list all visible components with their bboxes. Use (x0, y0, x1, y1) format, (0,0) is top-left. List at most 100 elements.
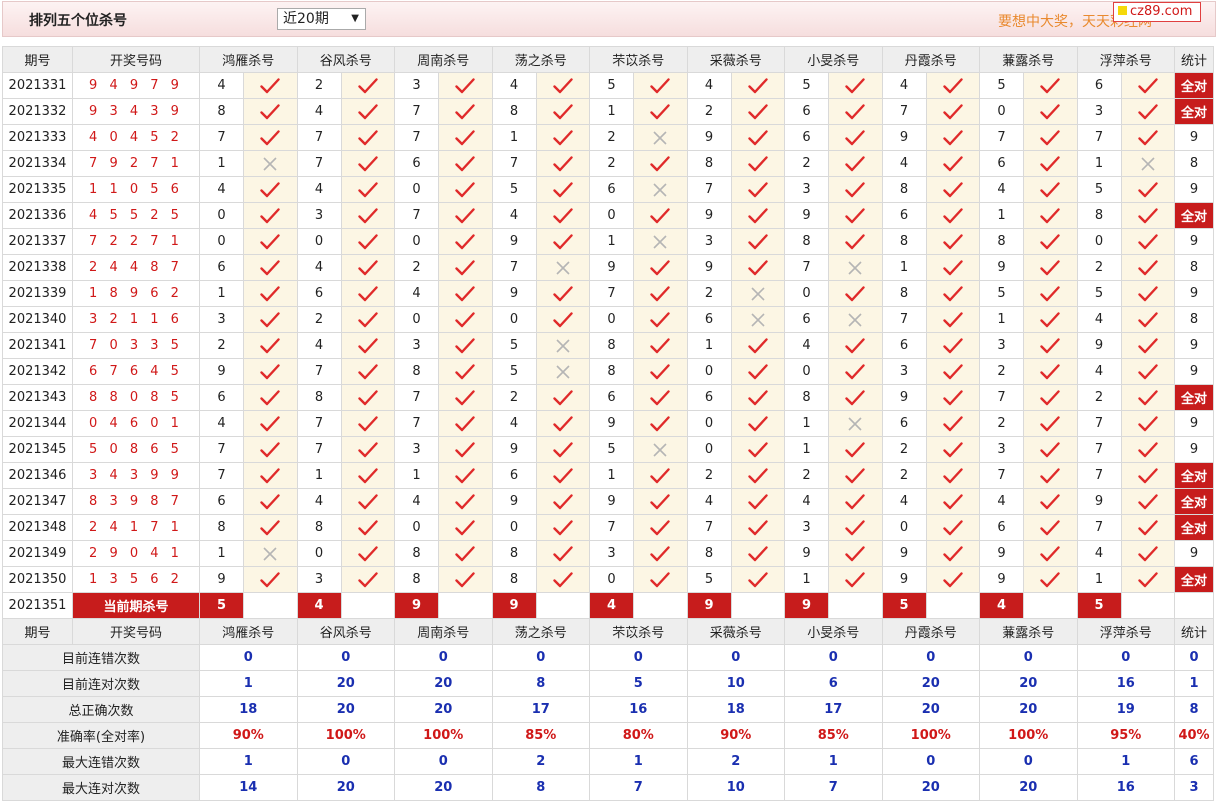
table-row: 2021333 4 0 4 5 277712969779 (2, 124, 1214, 151)
kill-number-cell: 3 (394, 436, 439, 463)
kill-number-cell: 1 (1076, 566, 1122, 593)
col-header-expert[interactable]: 芣苡杀号 (589, 618, 688, 645)
total-cell: 9 (1174, 280, 1214, 307)
check-icon (455, 103, 475, 119)
cross-icon (653, 442, 667, 457)
col-header-expert[interactable]: 丹霞杀号 (881, 618, 980, 645)
kill-number-cell: 4 (394, 488, 439, 515)
check-icon (650, 207, 670, 223)
current-kill-blank (243, 592, 298, 619)
kill-number-cell: 0 (589, 202, 634, 229)
kill-number-cell: 3 (979, 436, 1024, 463)
hit-mark-cell (925, 488, 980, 515)
col-header-expert[interactable]: 蒹露杀号 (979, 46, 1078, 73)
check-icon (650, 77, 670, 93)
kill-number-cell: 4 (491, 72, 537, 99)
check-icon (455, 363, 475, 379)
range-select[interactable]: 近20期 ▼ (277, 8, 366, 30)
check-icon (845, 103, 865, 119)
stats-value: 0 (589, 644, 688, 671)
check-icon (455, 441, 475, 457)
check-icon (748, 129, 768, 145)
table-row: 2021334 7 9 2 7 117672824618 (2, 150, 1214, 177)
cross-icon (751, 286, 765, 301)
hit-mark-cell (633, 384, 688, 411)
col-header-expert[interactable]: 鸿雁杀号 (199, 618, 298, 645)
hit-mark-cell (828, 202, 883, 229)
kill-number-cell: 1 (296, 462, 342, 489)
kill-number-cell: 9 (491, 228, 537, 255)
col-header-expert[interactable]: 鸿雁杀号 (199, 46, 298, 73)
col-header-expert[interactable]: 小旻杀号 (784, 618, 883, 645)
hit-mark-cell (1120, 410, 1175, 437)
kill-number-cell: 4 (881, 72, 927, 99)
period-cell: 2021347 (2, 488, 73, 515)
logo-square-icon (1118, 6, 1127, 15)
kill-number-cell: 4 (784, 332, 829, 359)
stats-value: 20 (394, 774, 493, 801)
kill-number-cell: 8 (491, 98, 537, 125)
col-header-expert[interactable]: 蒹露杀号 (979, 618, 1078, 645)
kill-number-cell: 4 (199, 176, 244, 203)
period-cell: 2021340 (2, 306, 73, 333)
hit-mark-cell (828, 332, 883, 359)
hit-mark-cell (438, 254, 493, 281)
check-icon (358, 181, 378, 197)
current-kill-blank (633, 592, 688, 619)
hit-mark-cell (243, 488, 298, 515)
col-header-expert[interactable]: 荡之杀号 (491, 618, 590, 645)
col-header-expert[interactable]: 荡之杀号 (491, 46, 590, 73)
check-icon (455, 337, 475, 353)
hit-mark-cell (340, 280, 395, 307)
kill-number-cell: 6 (589, 384, 634, 411)
kill-number-cell: 4 (1076, 540, 1122, 567)
site-logo[interactable]: cz89.com (1113, 2, 1201, 22)
col-header-expert[interactable]: 谷风杀号 (296, 618, 395, 645)
hit-mark-cell (730, 72, 785, 99)
kill-number-cell: 0 (784, 280, 829, 307)
current-period-cell: 2021351 (2, 592, 73, 619)
stats-value: 20 (979, 670, 1078, 697)
kill-number-cell: 5 (491, 176, 537, 203)
check-icon (1138, 467, 1158, 483)
stats-total: 0 (1174, 644, 1214, 671)
hit-mark-cell (535, 514, 590, 541)
col-header-expert[interactable]: 周南杀号 (394, 618, 493, 645)
col-header-expert[interactable]: 周南杀号 (394, 46, 493, 73)
kill-number-cell: 2 (296, 306, 342, 333)
col-header-expert[interactable]: 浮萍杀号 (1076, 46, 1175, 73)
check-icon (943, 285, 963, 301)
period-cell: 2021336 (2, 202, 73, 229)
check-icon (845, 441, 865, 457)
kill-number-cell: 0 (686, 410, 732, 437)
kill-number-cell: 9 (881, 566, 927, 593)
hit-mark-cell (828, 462, 883, 489)
kill-number-cell: 6 (686, 306, 732, 333)
col-header-expert[interactable]: 小旻杀号 (784, 46, 883, 73)
check-icon (650, 285, 670, 301)
draw-number-cell: 4 5 5 2 5 (72, 202, 200, 229)
check-icon (748, 519, 768, 535)
col-header-expert[interactable]: 谷风杀号 (296, 46, 395, 73)
hit-mark-cell (340, 202, 395, 229)
col-header-expert[interactable]: 芣苡杀号 (589, 46, 688, 73)
col-header-expert[interactable]: 采薇杀号 (686, 46, 785, 73)
kill-number-cell: 3 (199, 306, 244, 333)
check-icon (455, 415, 475, 431)
check-icon (260, 337, 280, 353)
hit-mark-cell (633, 358, 688, 385)
hit-mark-cell (340, 358, 395, 385)
col-header-expert[interactable]: 丹霞杀号 (881, 46, 980, 73)
hit-mark-cell (535, 228, 590, 255)
check-icon (845, 129, 865, 145)
col-header-expert[interactable]: 浮萍杀号 (1076, 618, 1175, 645)
kill-number-cell: 0 (296, 228, 342, 255)
hit-mark-cell (535, 254, 590, 281)
stats-row: 最大连错次数 1 0 0 2 1 2 1 0 0 1 6 (2, 748, 1214, 775)
kill-number-cell: 7 (296, 150, 342, 177)
kill-number-cell: 4 (686, 72, 732, 99)
kill-number-cell: 9 (589, 488, 634, 515)
check-icon (748, 103, 768, 119)
kill-number-cell: 8 (979, 228, 1024, 255)
col-header-expert[interactable]: 采薇杀号 (686, 618, 785, 645)
